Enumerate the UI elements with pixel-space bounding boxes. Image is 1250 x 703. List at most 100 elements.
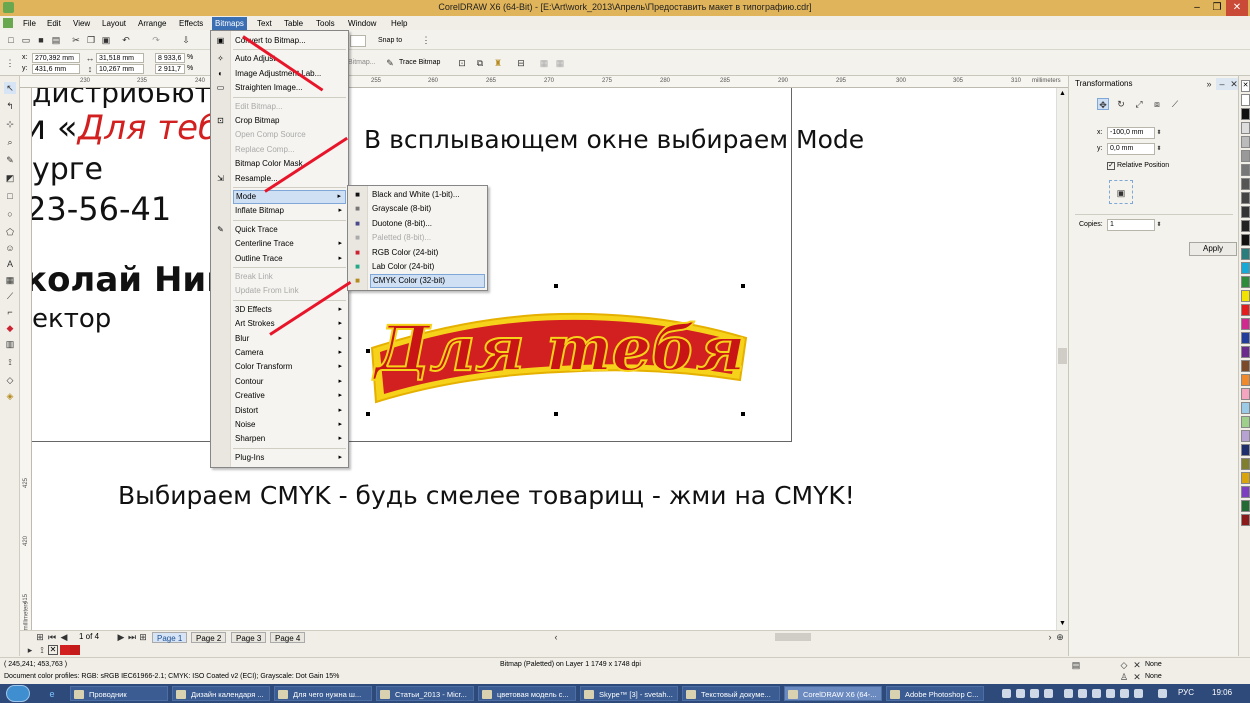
app-menu-icon[interactable] — [3, 18, 13, 28]
swatch-blue[interactable] — [1241, 332, 1250, 344]
menu-bitmaps[interactable]: Bitmaps — [212, 17, 247, 30]
swatch-forest[interactable] — [1241, 500, 1250, 512]
text-tool-icon[interactable]: A — [4, 258, 16, 270]
swatch-gray6[interactable] — [1241, 192, 1250, 204]
bitmaps-menu-item[interactable]: Mode ▸ — [233, 190, 346, 204]
swatch-gray3[interactable] — [1241, 150, 1250, 162]
swatch-gray7[interactable] — [1241, 206, 1250, 218]
snap-to-dropdown[interactable]: Snap to — [378, 36, 402, 46]
no-color-swatch[interactable]: ✕ — [48, 645, 58, 655]
snap-options-icon[interactable]: ⋮ — [420, 34, 432, 46]
bitmaps-menu-item[interactable]: Creative ▸ — [233, 389, 346, 403]
scale-height-field[interactable]: 2 911,7 — [155, 64, 185, 74]
bitmaps-menu-item[interactable]: 3D Effects ▸ — [233, 303, 346, 317]
docker-expand-icon[interactable]: » — [1203, 78, 1215, 90]
hscroll-thumb[interactable] — [775, 633, 811, 641]
redo-icon[interactable]: ↷ — [150, 34, 162, 46]
add-page-end-icon[interactable]: ⊞ — [137, 631, 149, 643]
bitmaps-menu-item[interactable]: Inflate Bitmap ▸ — [233, 204, 346, 218]
swatch-yellow[interactable] — [1241, 290, 1250, 302]
menu-text[interactable]: Text — [254, 17, 275, 30]
selection-handle[interactable] — [554, 412, 558, 416]
selection-handle[interactable] — [554, 284, 558, 288]
taskbar-button[interactable]: Текстовый докуме... — [682, 686, 780, 701]
swatch-lightblue[interactable] — [1241, 402, 1250, 414]
copies-spinner-icon[interactable]: ⬍ — [1153, 219, 1165, 231]
tray-icon-3[interactable] — [1030, 689, 1039, 698]
x-spinner-icon[interactable]: ⬍ — [1153, 127, 1165, 139]
swatch-navy[interactable] — [1241, 444, 1250, 456]
blend-tool-icon[interactable]: ◆ — [4, 322, 16, 334]
connector-tool-icon[interactable]: ⌐ — [4, 306, 16, 318]
tray-icon-10[interactable] — [1134, 689, 1143, 698]
tab-page-2[interactable]: Page 2 — [191, 632, 227, 643]
swatch-black[interactable] — [1241, 108, 1250, 120]
open-icon[interactable]: ▭ — [20, 34, 32, 46]
tray-icon-5[interactable] — [1064, 689, 1073, 698]
mode-submenu-item[interactable]: Grayscale (8-bit) — [370, 202, 485, 216]
language-indicator[interactable]: РУС — [1178, 688, 1194, 697]
selection-handle[interactable] — [741, 412, 745, 416]
swatch-gray5[interactable] — [1241, 178, 1250, 190]
menu-window[interactable]: Window — [345, 17, 379, 30]
x-position-field[interactable]: 270,392 mm — [32, 53, 80, 63]
swatch-lavender[interactable] — [1241, 430, 1250, 442]
tab-page-1[interactable]: Page 1 — [152, 632, 188, 643]
swatch-gold[interactable] — [1241, 472, 1250, 484]
bitmaps-menu-item[interactable]: Auto Adjust — [233, 52, 346, 66]
logo-bitmap[interactable]: Для тебя — [370, 288, 748, 412]
tray-icon-1[interactable] — [1002, 689, 1011, 698]
color-swatch-red[interactable] — [60, 645, 70, 655]
close-button[interactable]: ✕ — [1226, 0, 1248, 16]
swatch-gray8[interactable] — [1241, 220, 1250, 232]
swatch-teal[interactable] — [1241, 248, 1250, 260]
skew-transform-icon[interactable]: ⟋ — [1169, 98, 1181, 110]
swatch-maroon[interactable] — [1241, 514, 1250, 526]
tab-page-4[interactable]: Page 4 — [270, 632, 306, 643]
bitmaps-menu-item[interactable]: Crop Bitmap — [233, 114, 346, 128]
swatch-gray1[interactable] — [1241, 122, 1250, 134]
ellipse-tool-icon[interactable]: ○ — [4, 208, 16, 220]
object-origin-icon[interactable]: ⋮ — [4, 57, 16, 69]
swatch-purple[interactable] — [1241, 346, 1250, 358]
bitmap-option-icon[interactable]: ▦ — [538, 57, 550, 69]
taskbar-button[interactable]: CorelDRAW X6 (64-... — [784, 686, 882, 701]
eyedropper-icon[interactable]: ⟟ — [36, 644, 48, 656]
position-transform-icon[interactable]: ✥ — [1097, 98, 1109, 110]
copy-icon[interactable]: ❐ — [85, 34, 97, 46]
swatch-violet[interactable] — [1241, 486, 1250, 498]
scale-width-field[interactable]: 8 933,6 — [155, 53, 185, 63]
taskbar-button[interactable]: Adobe Photoshop C... — [886, 686, 984, 701]
menu-layout[interactable]: Layout — [99, 17, 129, 30]
smart-fill-icon[interactable]: ◩ — [4, 172, 16, 184]
size-transform-icon[interactable]: ⧈ — [1151, 98, 1163, 110]
edit-bitmap-button[interactable]: Bitmap... — [348, 58, 376, 68]
relative-position-checkbox[interactable]: ✓ — [1107, 162, 1115, 170]
link-icon[interactable]: ⊟ — [515, 57, 527, 69]
docker-y-field[interactable]: 0,0 mm — [1107, 143, 1155, 155]
taskbar-button[interactable]: Skype™ [3] - svetah... — [580, 686, 678, 701]
menu-effects[interactable]: Effects — [176, 17, 206, 30]
crop-tool-icon[interactable]: ⊹ — [4, 118, 16, 130]
bitmaps-menu-item[interactable]: Quick Trace — [233, 223, 346, 237]
bitmaps-menu-item[interactable]: Centerline Trace ▸ — [233, 237, 346, 251]
docker-x-field[interactable]: -100,0 mm — [1107, 127, 1155, 139]
tray-icon-4[interactable] — [1044, 689, 1053, 698]
fill-tool-icon[interactable]: ◈ — [4, 390, 16, 402]
dimension-tool-icon[interactable]: ⟋ — [4, 290, 16, 302]
zoom-dropdown[interactable] — [350, 35, 366, 47]
tab-page-3[interactable]: Page 3 — [231, 632, 267, 643]
mode-submenu-item[interactable]: Duotone (8-bit)... — [370, 217, 485, 231]
apply-button[interactable]: Apply — [1189, 242, 1237, 256]
transparency-tool-icon[interactable]: ▥ — [4, 338, 16, 350]
restore-button[interactable]: ❐ — [1206, 0, 1228, 16]
bitmaps-menu-item[interactable]: Plug-Ins ▸ — [233, 451, 346, 465]
width-field[interactable]: 31,518 mm — [96, 53, 144, 63]
minimize-button[interactable]: – — [1186, 0, 1208, 16]
menu-edit[interactable]: Edit — [44, 17, 64, 30]
first-page-icon[interactable]: ⏮ — [46, 631, 58, 643]
docker-minimize-icon[interactable]: – — [1216, 78, 1228, 90]
add-page-icon[interactable]: ⊞ — [34, 631, 46, 643]
taskbar-button[interactable]: Дизайн календаря ... — [172, 686, 270, 701]
prev-page-icon[interactable]: ◀ — [58, 631, 70, 643]
